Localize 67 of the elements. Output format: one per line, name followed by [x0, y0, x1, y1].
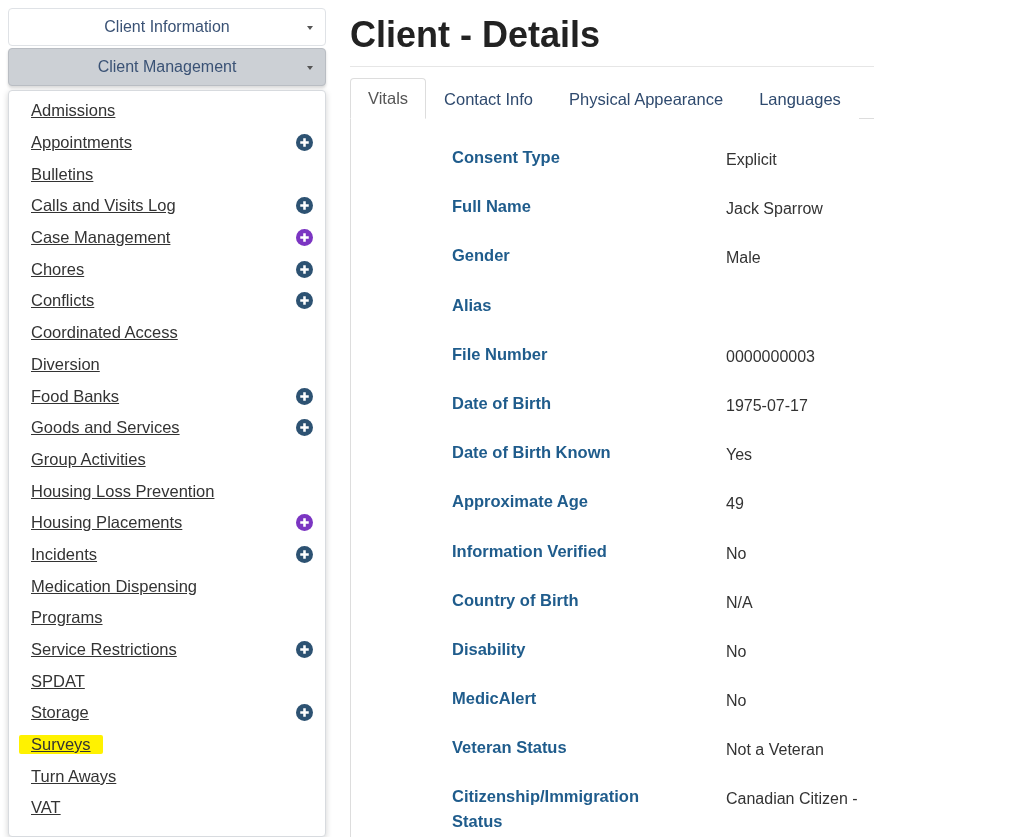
- page-title: Client - Details: [350, 14, 874, 67]
- field-value: Explicit: [726, 150, 778, 170]
- field-value: 1975-07-17: [726, 395, 809, 416]
- menu-link[interactable]: Turn Aways: [31, 766, 117, 786]
- field-value: Jack Sparrow: [726, 199, 824, 220]
- add-icon[interactable]: [296, 641, 313, 659]
- menu-link[interactable]: Group Activities: [31, 449, 146, 469]
- field-label: Gender: [452, 245, 511, 267]
- field-label: Disability: [452, 638, 527, 660]
- menu-link[interactable]: Surveys: [19, 735, 103, 755]
- caret-icon: [307, 66, 313, 70]
- section-dropdown-button[interactable]: Client Management: [8, 48, 326, 86]
- add-icon[interactable]: [296, 292, 313, 310]
- menu-link[interactable]: Diversion: [31, 354, 100, 374]
- field-label: Country of Birth: [452, 589, 580, 611]
- menu-link[interactable]: Calls and Visits Log: [31, 196, 176, 216]
- menu-link[interactable]: Housing Placements: [31, 513, 183, 533]
- field-label: Date of Birth Known: [452, 442, 612, 464]
- menu-link[interactable]: Appointments: [31, 133, 132, 153]
- tab[interactable]: Vitals: [350, 78, 427, 119]
- add-icon[interactable]: [296, 704, 313, 722]
- add-icon[interactable]: [296, 260, 313, 278]
- field-value: 49: [726, 494, 745, 515]
- menu-link[interactable]: VAT: [31, 798, 61, 818]
- add-icon[interactable]: [296, 514, 313, 532]
- field-label: Alias: [452, 294, 493, 316]
- menu-link[interactable]: Housing Loss Prevention: [31, 481, 215, 501]
- menu-link[interactable]: Goods and Services: [31, 418, 180, 438]
- field-label: Information Verified: [452, 540, 608, 562]
- field-value: Canadian Citizen -: [726, 789, 859, 810]
- field-value: 0000000003: [726, 346, 816, 367]
- field-label: MedicAlert: [452, 688, 538, 710]
- menu-link[interactable]: Bulletins: [31, 164, 94, 184]
- add-icon[interactable]: [296, 134, 313, 152]
- menu-link[interactable]: Case Management: [31, 228, 171, 248]
- menu-link[interactable]: Programs: [31, 608, 103, 628]
- field-label: Citizenship/Immigration Status: [452, 786, 640, 833]
- field-label: Date of Birth: [452, 392, 552, 414]
- add-icon[interactable]: [296, 387, 313, 405]
- menu-link[interactable]: SPDAT: [31, 671, 85, 691]
- add-icon[interactable]: [296, 197, 313, 215]
- section-dropdown-button[interactable]: Client Information: [8, 8, 326, 46]
- field-value: Male: [726, 248, 762, 269]
- add-icon[interactable]: [296, 545, 313, 563]
- menu-link[interactable]: Service Restrictions: [31, 640, 177, 660]
- field-value: No: [726, 641, 748, 662]
- field-label: Full Name: [452, 196, 532, 218]
- field-label: Approximate Age: [452, 491, 589, 513]
- menu-link[interactable]: Coordinated Access: [31, 323, 178, 343]
- add-icon[interactable]: [296, 419, 313, 437]
- menu-link[interactable]: Medication Dispensing: [31, 576, 197, 596]
- menu-link[interactable]: Admissions: [31, 101, 116, 121]
- field-value: N/A: [726, 592, 754, 613]
- field-label: File Number: [452, 343, 549, 365]
- add-icon[interactable]: [296, 229, 313, 247]
- menu-link[interactable]: Incidents: [31, 544, 98, 564]
- field-value: Yes: [726, 445, 754, 466]
- menu-link[interactable]: Conflicts: [31, 291, 95, 311]
- field-value: No: [726, 543, 748, 564]
- menu-link[interactable]: Chores: [31, 259, 85, 279]
- field-value: Not a Veteran: [726, 740, 825, 761]
- field-label: Veteran Status: [452, 737, 568, 759]
- menu-link[interactable]: Food Banks: [31, 386, 120, 406]
- field-label: Consent Type: [452, 147, 561, 168]
- field-value: No: [726, 691, 748, 712]
- menu-link[interactable]: Storage: [31, 703, 89, 723]
- caret-icon: [307, 26, 313, 30]
